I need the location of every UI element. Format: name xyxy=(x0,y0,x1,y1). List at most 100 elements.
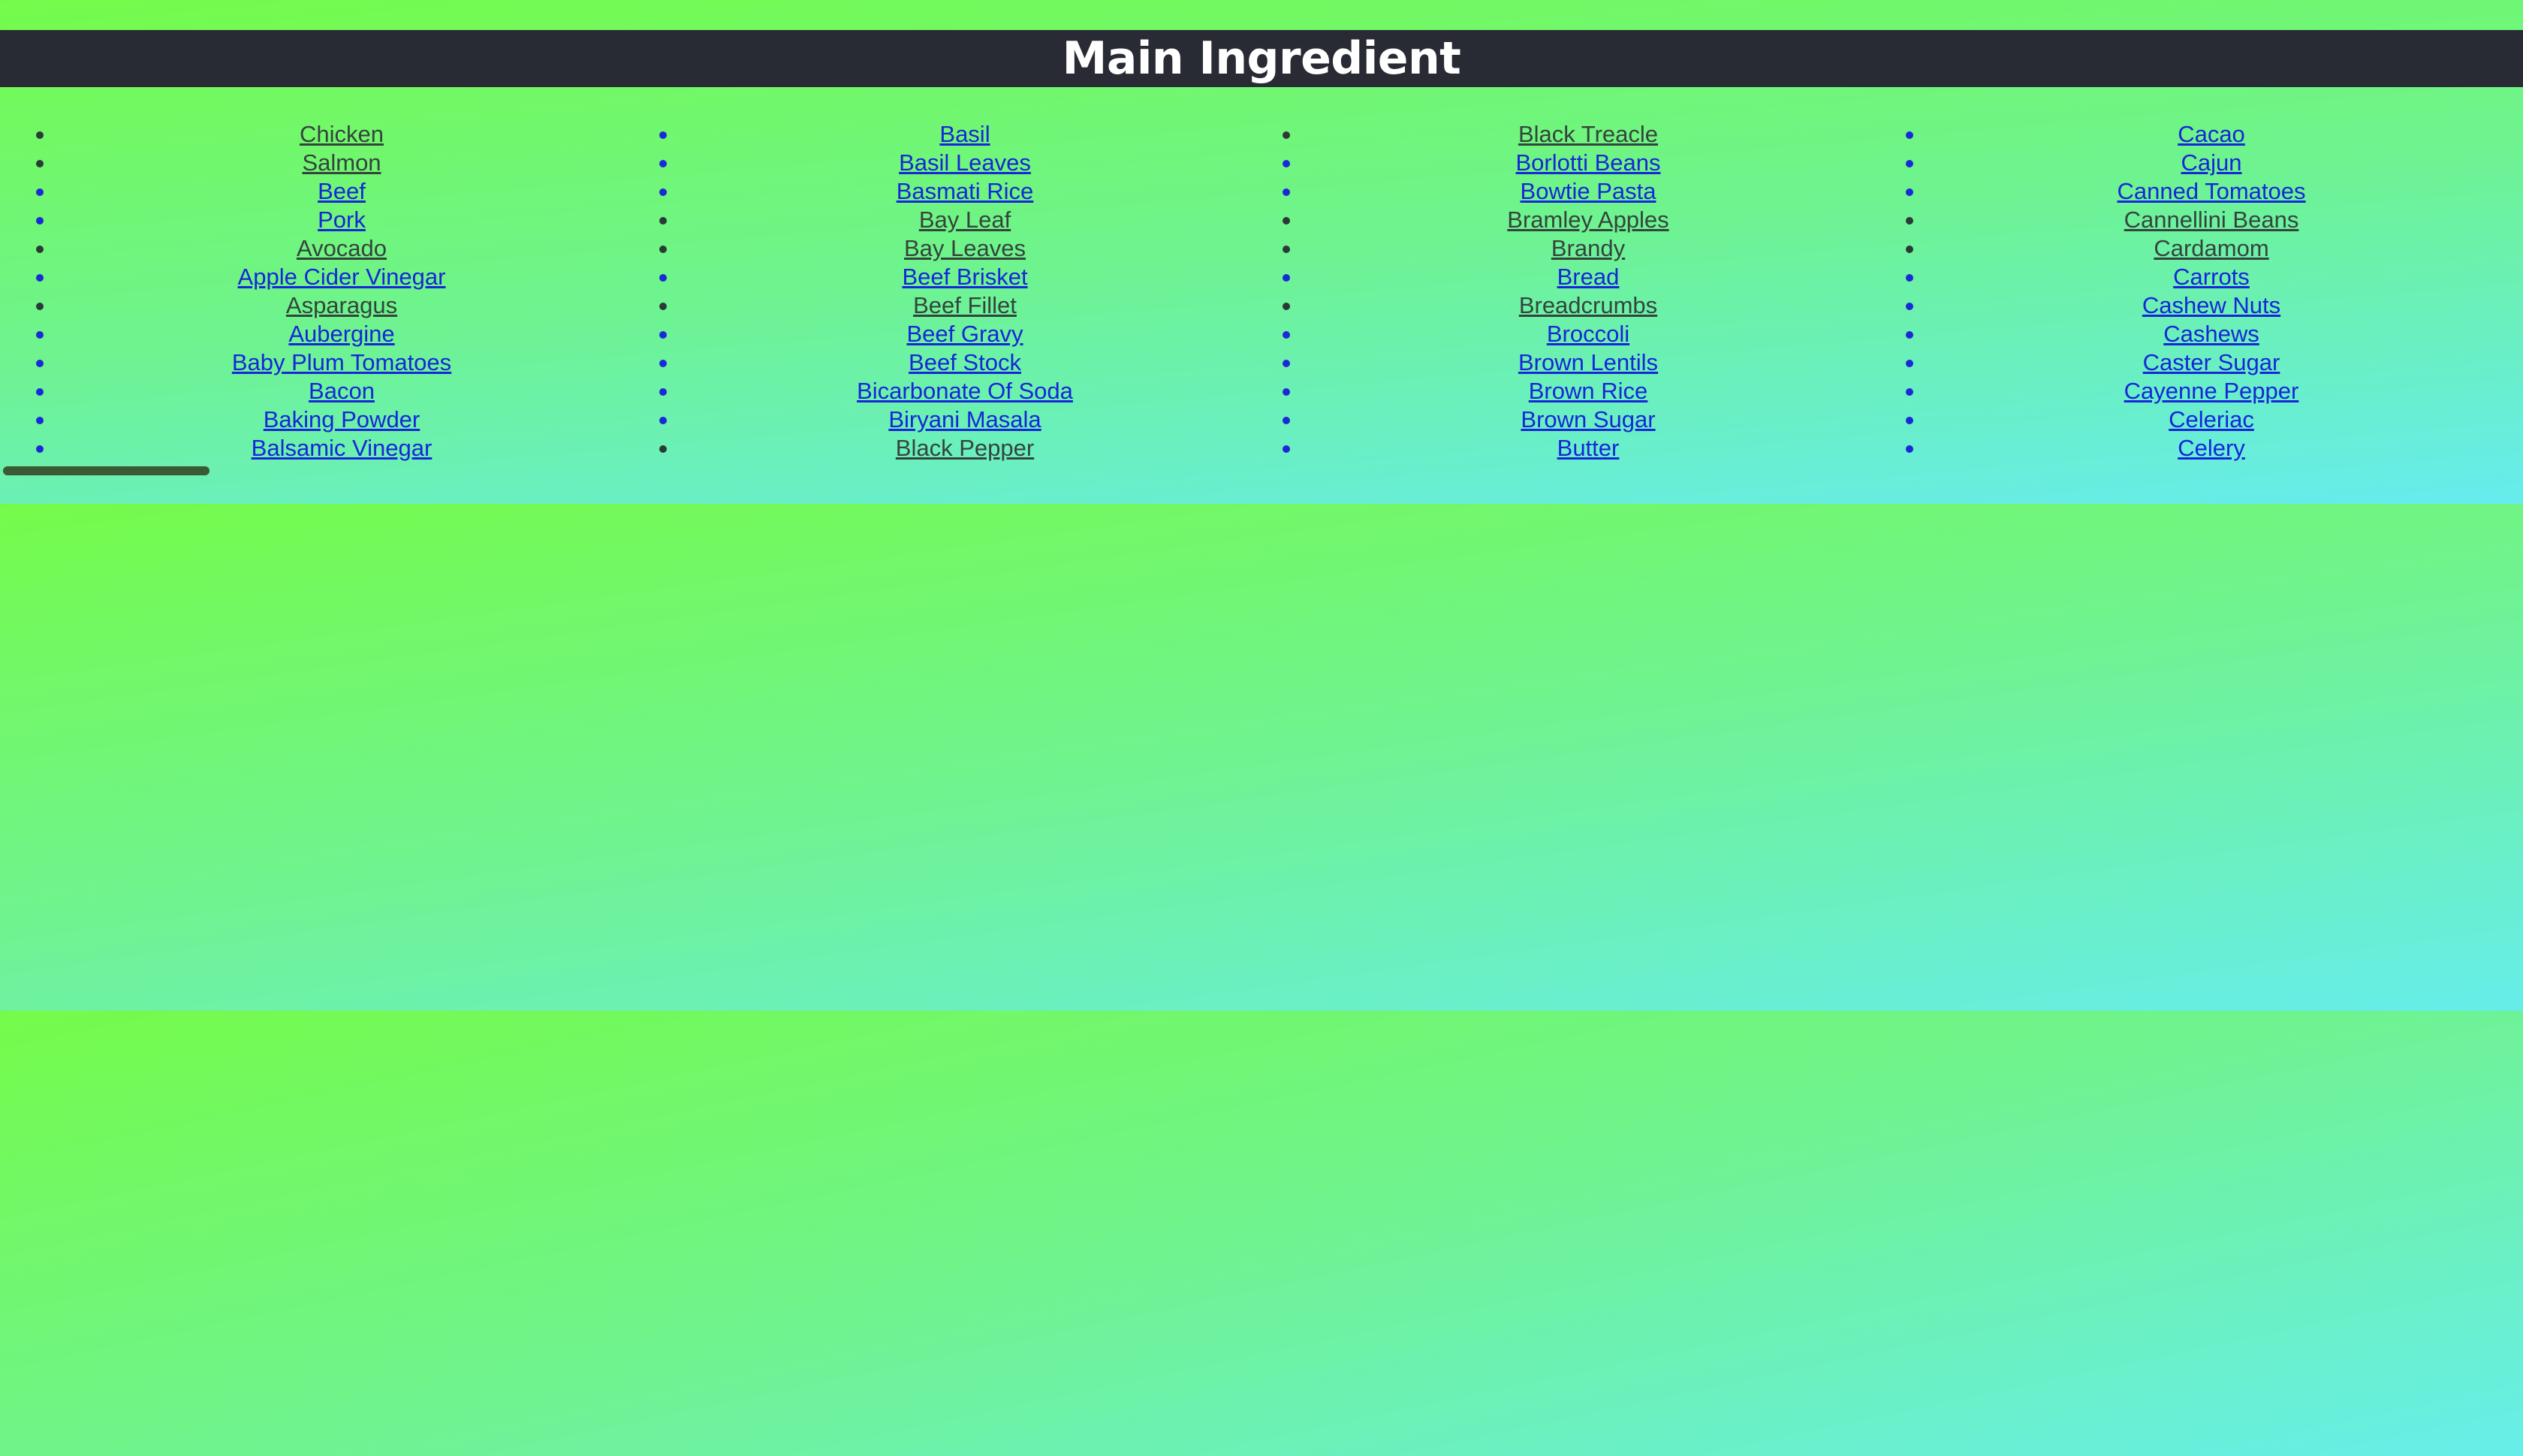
ingredient-link[interactable]: Cashew Nuts xyxy=(2142,292,2280,318)
bullet-icon xyxy=(1906,360,1913,367)
ingredient-link[interactable]: Pork xyxy=(318,206,366,233)
ingredient-list-item: Basil Leaves xyxy=(623,149,1246,177)
ingredient-list-item: Carrots xyxy=(1870,263,2493,291)
ingredient-link[interactable]: Cayenne Pepper xyxy=(2124,378,2299,404)
ingredient-link[interactable]: Brandy xyxy=(1551,235,1625,261)
ingredient-list-item: Bowtie Pasta xyxy=(1246,177,1870,206)
bullet-icon xyxy=(1283,274,1290,282)
ingredient-link[interactable]: Beef Gravy xyxy=(906,321,1023,347)
bullet-icon xyxy=(1283,360,1290,367)
ingredient-link[interactable]: Apple Cider Vinegar xyxy=(238,264,446,290)
ingredient-list-item: Caster Sugar xyxy=(1870,348,2493,377)
ingredient-link[interactable]: Bicarbonate Of Soda xyxy=(857,378,1073,404)
ingredient-link[interactable]: Baby Plum Tomatoes xyxy=(232,349,451,375)
ingredient-link[interactable]: Bay Leaf xyxy=(919,206,1011,233)
ingredient-list-item: Beef Gravy xyxy=(623,320,1246,348)
bullet-icon xyxy=(1283,188,1290,196)
ingredient-link[interactable]: Bay Leaves xyxy=(904,235,1026,261)
bullet-icon xyxy=(1906,274,1913,282)
ingredient-link[interactable]: Black Treacle xyxy=(1518,121,1658,147)
bullet-icon xyxy=(36,217,44,225)
bullet-icon xyxy=(659,160,667,167)
ingredient-list-item: Balsamic Vinegar xyxy=(0,434,623,463)
ingredient-link[interactable]: Brown Sugar xyxy=(1521,406,1655,433)
ingredient-link[interactable]: Basil Leaves xyxy=(899,149,1031,176)
ingredient-link[interactable]: Caster Sugar xyxy=(2143,349,2280,375)
ingredient-link[interactable]: Beef xyxy=(318,178,366,204)
ingredient-link[interactable]: Breadcrumbs xyxy=(1519,292,1657,318)
ingredient-columns: Chicken Salmon Beef Pork Avocado Apple Cider … xyxy=(0,120,2523,463)
ingredient-list-item: Aubergine xyxy=(0,320,623,348)
ingredient-link[interactable]: Black Pepper xyxy=(896,435,1034,461)
ingredient-link[interactable]: Bramley Apples xyxy=(1507,206,1668,233)
ingredient-list-item: Avocado xyxy=(0,234,623,263)
ingredient-link[interactable]: Salmon xyxy=(302,149,381,176)
ingredient-link[interactable]: Beef Fillet xyxy=(913,292,1017,318)
bullet-icon xyxy=(659,417,667,424)
ingredient-link[interactable]: Basil xyxy=(939,121,990,147)
ingredient-link[interactable]: Baking Powder xyxy=(264,406,420,433)
ingredient-link[interactable]: Beef Stock xyxy=(909,349,1021,375)
bullet-icon xyxy=(1283,131,1290,139)
ingredient-list-item: Biryani Masala xyxy=(623,405,1246,434)
ingredient-list-item: Basil xyxy=(623,120,1246,149)
ingredient-link[interactable]: Brown Lentils xyxy=(1518,349,1658,375)
bullet-icon xyxy=(36,274,44,282)
ingredient-list-item: Salmon xyxy=(0,149,623,177)
ingredient-list-item: Breadcrumbs xyxy=(1246,291,1870,320)
ingredient-link[interactable]: Bacon xyxy=(309,378,375,404)
ingredient-list-item: Cashew Nuts xyxy=(1870,291,2493,320)
ingredient-list-item: Bay Leaf xyxy=(623,206,1246,234)
bullet-icon xyxy=(659,331,667,339)
bullet-icon xyxy=(36,303,44,310)
ingredient-link[interactable]: Chicken xyxy=(300,121,384,147)
ingredient-link[interactable]: Cajun xyxy=(2181,149,2242,176)
bullet-icon xyxy=(36,445,44,453)
bullet-icon xyxy=(36,160,44,167)
ingredient-list-item: Basmati Rice xyxy=(623,177,1246,206)
bullet-icon xyxy=(659,388,667,396)
ingredient-list-item: Baby Plum Tomatoes xyxy=(0,348,623,377)
page-header: Main Ingredient xyxy=(0,30,2523,87)
ingredient-link[interactable]: Brown Rice xyxy=(1529,378,1648,404)
ingredient-list-item: Brown Rice xyxy=(1246,377,1870,405)
ingredient-link[interactable]: Celery xyxy=(2178,435,2245,461)
horizontal-scrollbar-thumb[interactable] xyxy=(3,466,209,475)
ingredient-list-item: Butter xyxy=(1246,434,1870,463)
ingredient-list-column-4: Cacao Cajun Canned Tomatoes Cannellini Bean… xyxy=(1870,120,2493,463)
background-band-middle xyxy=(0,504,2523,1011)
ingredient-link[interactable]: Cashews xyxy=(2163,321,2259,347)
ingredient-link[interactable]: Bread xyxy=(1557,264,1620,290)
ingredient-list-item: Beef Fillet xyxy=(623,291,1246,320)
bullet-icon xyxy=(1906,188,1913,196)
ingredient-link[interactable]: Borlotti Beans xyxy=(1516,149,1661,176)
ingredient-list-column-1: Chicken Salmon Beef Pork Avocado Apple Cider … xyxy=(0,120,623,463)
ingredient-link[interactable]: Beef Brisket xyxy=(902,264,1027,290)
bullet-icon xyxy=(36,246,44,253)
ingredient-list-item: Bay Leaves xyxy=(623,234,1246,263)
ingredient-link[interactable]: Aubergine xyxy=(288,321,394,347)
ingredient-link[interactable]: Avocado xyxy=(297,235,387,261)
ingredient-link[interactable]: Canned Tomatoes xyxy=(2117,178,2305,204)
ingredient-list-item: Cayenne Pepper xyxy=(1870,377,2493,405)
ingredient-link[interactable]: Celeriac xyxy=(2169,406,2254,433)
ingredient-link[interactable]: Butter xyxy=(1557,435,1620,461)
bullet-icon xyxy=(1283,331,1290,339)
bullet-icon xyxy=(1906,417,1913,424)
ingredient-link[interactable]: Basmati Rice xyxy=(897,178,1034,204)
ingredient-link[interactable]: Balsamic Vinegar xyxy=(252,435,433,461)
ingredient-link[interactable]: Asparagus xyxy=(286,292,397,318)
ingredient-link[interactable]: Cardamom xyxy=(2154,235,2268,261)
bullet-icon xyxy=(1283,303,1290,310)
ingredient-link[interactable]: Biryani Masala xyxy=(888,406,1041,433)
bullet-icon xyxy=(659,217,667,225)
ingredient-link[interactable]: Carrots xyxy=(2173,264,2250,290)
ingredient-link[interactable]: Broccoli xyxy=(1547,321,1629,347)
ingredient-link[interactable]: Cannellini Beans xyxy=(2124,206,2299,233)
ingredient-list-item: Bramley Apples xyxy=(1246,206,1870,234)
bullet-icon xyxy=(659,246,667,253)
ingredient-list-item: Bread xyxy=(1246,263,1870,291)
ingredient-link[interactable]: Cacao xyxy=(2178,121,2245,147)
ingredient-list-item: Cajun xyxy=(1870,149,2493,177)
ingredient-link[interactable]: Bowtie Pasta xyxy=(1521,178,1656,204)
